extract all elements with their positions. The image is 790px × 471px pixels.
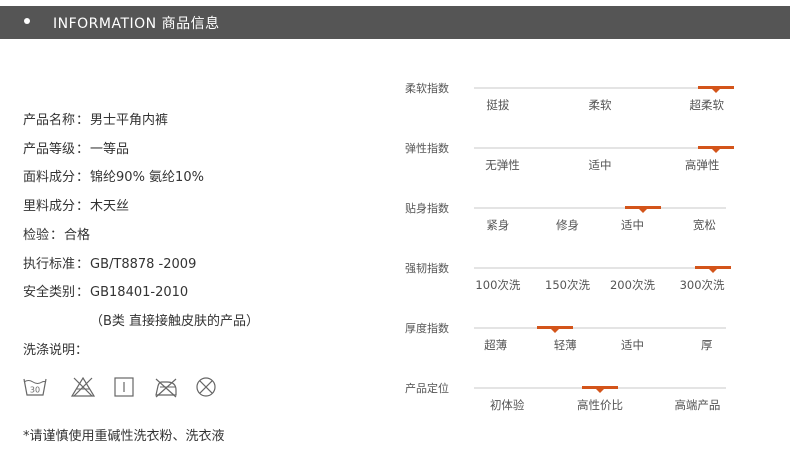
- scale-marker: [695, 266, 732, 273]
- scale-track: [474, 206, 726, 213]
- scale-track: [474, 386, 726, 393]
- spec-standard: 执行标准：GB/T8878 -2009: [23, 253, 196, 272]
- spec-label: 面料成分: [23, 170, 76, 185]
- spec-separator: ：: [76, 257, 90, 272]
- scale-label: 初体验: [489, 398, 525, 412]
- spec-product-grade: 产品等级：一等品: [23, 138, 129, 157]
- scale-track: [474, 146, 734, 153]
- spec-product-name: 产品名称：男士平角内裤: [23, 109, 168, 128]
- hang-dry-icon: [114, 377, 134, 397]
- scale-label: 超薄: [484, 338, 508, 352]
- spec-value: 合格: [64, 228, 91, 243]
- scale-label: 超柔软: [689, 98, 724, 112]
- spec-value: 男士平角内裤: [90, 113, 169, 128]
- scale-marker: [582, 386, 618, 393]
- spec-safety-category: 安全类别：GB18401-2010: [23, 281, 188, 300]
- scale-elasticity: 弹性指数无弹性 适中 高弹性: [405, 140, 735, 180]
- scale-label: 挺拔: [486, 98, 510, 112]
- scale-label: 宽松: [692, 218, 716, 232]
- scale-label: 轻薄: [553, 338, 577, 352]
- scale-name: 柔软指数: [405, 82, 449, 95]
- scale-marker: [697, 146, 734, 153]
- scale-marker: [536, 326, 573, 333]
- scale-label: 柔软: [588, 98, 612, 112]
- no-iron-icon: [155, 378, 177, 398]
- spec-separator: ：: [76, 170, 90, 185]
- spec-separator: ：: [50, 228, 64, 243]
- spec-separator: ：: [76, 199, 90, 214]
- scale-positioning: 产品定位初体验 高性价比 高端产品: [405, 380, 735, 420]
- scale-label: 适中: [588, 158, 612, 172]
- scale-label: 150次洗: [545, 278, 590, 292]
- scale-name: 强韧指数: [405, 262, 449, 275]
- scale-track: [474, 86, 734, 93]
- scale-label: 厚: [700, 338, 713, 352]
- scale-softness: 柔软指数挺拔 柔软 超柔软: [405, 80, 735, 120]
- scale-name: 弹性指数: [405, 142, 449, 155]
- scale-label: 200次洗: [609, 278, 655, 292]
- scale-label: 300次洗: [679, 278, 725, 292]
- scale-name: 贴身指数: [405, 202, 449, 215]
- scale-track: [474, 326, 726, 333]
- scale-label: 修身: [556, 218, 580, 232]
- scale-label: 无弹性: [485, 158, 520, 172]
- spec-separator: ：: [76, 142, 90, 157]
- no-tumble-dry-icon: [196, 377, 216, 397]
- scale-name: 厚度指数: [405, 322, 449, 335]
- spec-inspection: 检验：合格: [23, 224, 90, 243]
- spec-lining: 里料成分：木天丝: [23, 195, 129, 214]
- no-bleach-icon: [70, 376, 96, 397]
- safety-note: （B类 直接接触皮肤的产品）: [90, 314, 260, 329]
- scale-label: 适中: [620, 218, 644, 232]
- scale-marker: [624, 206, 661, 213]
- wash-temperature: 30: [30, 386, 40, 395]
- scale-thickness: 厚度指数超薄 轻薄 适中 厚: [405, 320, 735, 360]
- scale-label: 100次洗: [475, 278, 521, 292]
- scale-label: 高弹性: [684, 158, 720, 172]
- spec-label: 产品等级: [23, 142, 76, 157]
- scale-name: 产品定位: [405, 382, 449, 395]
- scale-marker: [697, 86, 734, 93]
- scale-label: 紧身: [486, 218, 510, 232]
- wash-instructions-label: 洗涤说明：: [23, 343, 89, 358]
- section-title: INFORMATION 商品信息: [53, 16, 220, 32]
- section-header: INFORMATION 商品信息: [0, 6, 790, 39]
- spec-fabric: 面料成分：锦纶90% 氨纶10%: [23, 166, 204, 185]
- care-icons: 30: [22, 375, 222, 399]
- spec-label: 检验: [23, 228, 50, 243]
- spec-separator: ：: [76, 285, 90, 300]
- spec-label: 安全类别: [23, 285, 76, 300]
- spec-label: 里料成分: [23, 199, 76, 214]
- spec-separator: ：: [76, 113, 90, 128]
- scale-fit: 贴身指数紧身 修身 适中 宽松: [405, 200, 735, 240]
- spec-value: 一等品: [90, 142, 130, 157]
- bullet-dot-icon: [24, 18, 30, 24]
- spec-value: GB18401-2010: [90, 285, 189, 300]
- scale-label: 高端产品: [674, 398, 721, 412]
- spec-value: GB/T8878 -2009: [90, 257, 197, 272]
- scale-durability: 强韧指数 100次洗 150次洗 200次洗 300次洗: [405, 260, 735, 300]
- spec-label: 产品名称: [23, 113, 76, 128]
- scale-track: [474, 266, 732, 273]
- spec-value: 锦纶90% 氨纶10%: [90, 170, 204, 185]
- spec-label: 执行标准: [23, 257, 76, 272]
- care-warning-note: *请谨慎使用重碱性洗衣粉、洗衣液: [23, 429, 225, 444]
- scale-label: 高性价比: [577, 398, 623, 412]
- spec-value: 木天丝: [90, 199, 130, 214]
- scale-label: 适中: [620, 338, 644, 352]
- wash-30-icon: 30: [23, 378, 47, 396]
